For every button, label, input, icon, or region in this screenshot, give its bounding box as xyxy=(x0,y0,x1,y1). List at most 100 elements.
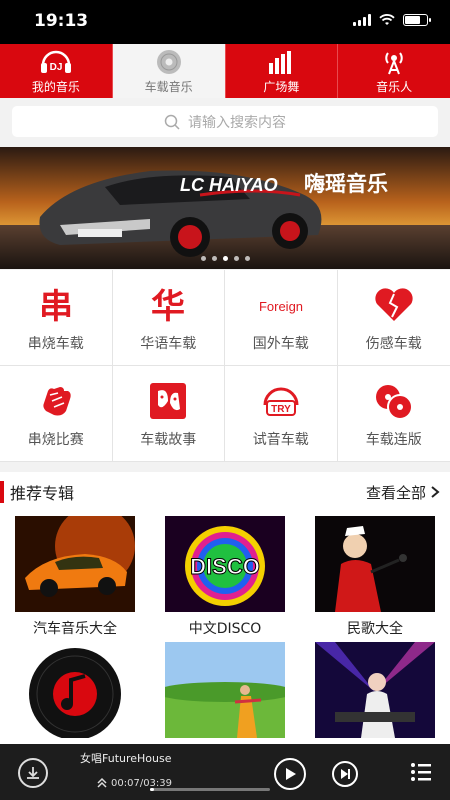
battery-icon xyxy=(403,14,431,26)
category-grid: 串 串烧车载 华 华语车载 Foreign 国外车载 伤感车载 串烧比赛 车载故… xyxy=(0,270,450,462)
category-label: 车载故事 xyxy=(140,431,197,448)
category-car-story[interactable]: 车载故事 xyxy=(112,366,225,462)
svg-text:串: 串 xyxy=(39,287,73,325)
wifi-icon xyxy=(379,14,395,25)
carousel-dot[interactable] xyxy=(200,256,206,261)
svg-text:DJ: DJ xyxy=(49,62,62,73)
broken-heart-icon xyxy=(375,287,413,321)
folk-singer-cover xyxy=(315,516,435,612)
play-icon xyxy=(286,768,296,780)
status-bar: 19:13 xyxy=(0,0,450,44)
svg-text:DISCO: DISCO xyxy=(190,554,260,579)
progress-bar[interactable] xyxy=(150,788,270,791)
category-sad-car[interactable]: 伤感车载 xyxy=(337,270,450,366)
search-icon xyxy=(164,114,180,130)
view-all-label: 查看全部 xyxy=(365,483,426,502)
try-headphones-icon: TRY xyxy=(263,387,299,416)
view-all-link[interactable]: 查看全部 xyxy=(366,482,440,503)
category-foreign-car[interactable]: Foreign 国外车载 xyxy=(225,270,338,366)
carousel-dot[interactable] xyxy=(222,256,228,261)
tab-square-dance[interactable]: 广场舞 xyxy=(226,44,339,98)
carousel-dots xyxy=(0,256,450,261)
skewer-icon: 串 xyxy=(39,287,73,325)
foreign-text-icon: Foreign xyxy=(259,299,303,314)
album-title: 汽车音乐大全 xyxy=(33,621,117,637)
album-cover xyxy=(15,642,135,738)
top-tab-bar: DJ 我的音乐 车载音乐 广场舞 音乐人 xyxy=(0,44,450,98)
category-label: 串烧比赛 xyxy=(27,431,84,448)
banner-brand-text: LC HAIYAO xyxy=(180,175,278,195)
carousel-dot[interactable] xyxy=(211,256,217,261)
meadow-dancer-cover xyxy=(165,642,285,738)
banner-carousel[interactable]: LC HAIYAO 嗨瑶音乐 xyxy=(0,147,450,269)
album-cover xyxy=(315,516,435,612)
svg-text:TRY: TRY xyxy=(271,404,291,415)
album-card[interactable]: DISCO 中文DISCO xyxy=(150,512,300,638)
disco-lights-cover: DISCO xyxy=(165,516,285,612)
album-grid: 汽车音乐大全 DISCO 中文DISCO 民歌大全 xyxy=(0,512,450,744)
chinese-char-icon: 华 xyxy=(151,287,185,325)
album-cover: DISCO xyxy=(165,516,285,612)
category-label: 串烧车载 xyxy=(27,335,84,352)
tab-label: 我的音乐 xyxy=(31,79,80,94)
tab-my-music[interactable]: DJ 我的音乐 xyxy=(0,44,113,98)
status-icons xyxy=(353,14,431,26)
chevron-right-icon xyxy=(431,486,440,498)
category-chinese-car[interactable]: 华 华语车载 xyxy=(112,270,225,366)
banner-slogan-text: 嗨瑶音乐 xyxy=(304,172,388,196)
album-cover xyxy=(315,642,435,738)
svg-text:华: 华 xyxy=(151,287,185,325)
recommended-albums-header: 推荐专辑 查看全部 xyxy=(0,472,450,512)
status-time: 19:13 xyxy=(34,11,89,31)
search-placeholder: 请输入搜索内容 xyxy=(188,114,286,131)
carousel-dot[interactable] xyxy=(244,256,250,261)
now-playing-title: 女唱FutureHouse xyxy=(80,752,172,765)
album-cover xyxy=(15,516,135,612)
expand-up-icon[interactable] xyxy=(96,777,108,789)
download-button[interactable] xyxy=(18,758,48,788)
playlist-icon xyxy=(411,763,431,781)
tab-label: 车载音乐 xyxy=(144,79,193,94)
category-label: 华语车载 xyxy=(140,335,197,352)
tab-label: 音乐人 xyxy=(376,79,413,94)
category-label: 国外车载 xyxy=(252,335,309,352)
category-chuanshao-car[interactable]: 串 串烧车载 xyxy=(0,270,113,366)
discs-icon xyxy=(375,384,413,420)
carousel-dot[interactable] xyxy=(233,256,239,261)
time-text: 00:07/03:39 xyxy=(111,777,173,789)
tab-car-music[interactable]: 车载音乐 xyxy=(112,44,226,98)
album-card[interactable]: 民歌大全 xyxy=(300,512,450,638)
tab-musicians[interactable]: 音乐人 xyxy=(338,44,450,98)
progress-fill xyxy=(150,788,154,791)
album-title: 中文DISCO xyxy=(188,621,262,637)
album-cover xyxy=(165,642,285,738)
category-car-series[interactable]: 车载连版 xyxy=(337,366,450,462)
category-label: 试音车载 xyxy=(252,431,309,448)
next-button[interactable] xyxy=(332,761,358,787)
orange-sports-car-cover xyxy=(15,516,135,612)
category-chuanshao-contest[interactable]: 串烧比赛 xyxy=(0,366,113,462)
playlist-button[interactable] xyxy=(410,762,432,786)
category-test-sound[interactable]: TRY 试音车载 xyxy=(225,366,338,462)
broadcast-tower-icon xyxy=(385,51,403,74)
download-icon xyxy=(27,767,39,779)
category-label: 车载连版 xyxy=(365,431,422,448)
play-button[interactable] xyxy=(274,758,306,790)
disc-icon xyxy=(156,49,181,74)
category-label: 伤感车载 xyxy=(365,335,422,352)
section-title: 推荐专辑 xyxy=(0,480,74,504)
search-input[interactable]: 请输入搜索内容 xyxy=(12,106,438,137)
svg-text:Foreign: Foreign xyxy=(259,299,303,314)
fist-icon xyxy=(43,386,71,415)
tab-label: 广场舞 xyxy=(263,79,300,94)
mini-player: 女唱FutureHouse 00:07/03:39 xyxy=(0,744,450,800)
next-track-icon xyxy=(341,769,350,779)
faces-icon xyxy=(150,382,187,419)
vinyl-note-cover xyxy=(15,642,135,738)
dj-headphones-icon: DJ xyxy=(40,50,71,73)
signal-icon xyxy=(353,14,371,26)
bar-chart-icon xyxy=(269,50,292,74)
dj-purple-lights-cover xyxy=(315,642,435,738)
album-title: 民歌大全 xyxy=(347,621,403,637)
album-card[interactable]: 汽车音乐大全 xyxy=(0,512,150,638)
